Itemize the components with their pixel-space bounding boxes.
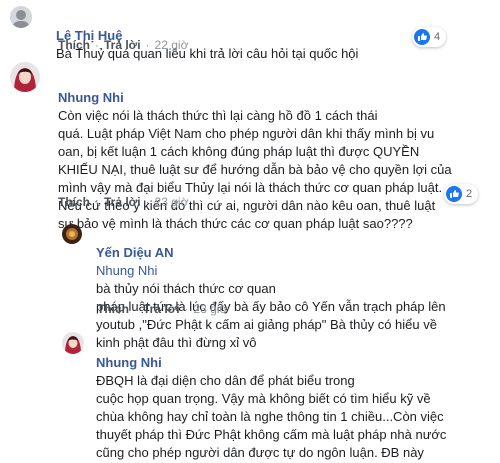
reaction-count: 2 bbox=[466, 188, 473, 200]
comment-body: Nhung Nhi ĐBQH là đại diện cho dân để ph… bbox=[96, 336, 486, 463]
separator-dot: · bbox=[184, 302, 189, 316]
comment-actions: Thích · Trả lời · 23 giờ bbox=[58, 195, 188, 209]
reaction-count-badge[interactable]: 4 bbox=[412, 27, 447, 47]
comment-time[interactable]: 23 giờ bbox=[194, 302, 228, 316]
comment-reply-1: Yến Diệu AN Nhung Nhi bà thủy nói thách … bbox=[0, 215, 500, 350]
comment-reply-2: Nhung Nhi ĐBQH là đại diện cho dân để ph… bbox=[0, 328, 500, 463]
comment-author[interactable]: Yến Diệu AN bbox=[96, 245, 174, 260]
reaction-count-badge[interactable]: 2 bbox=[444, 184, 479, 204]
avatar-image bbox=[62, 332, 84, 354]
comment-1: Lê Thị Huệ Bà Thuỷ quá quan liêu khi trả… bbox=[0, 0, 500, 61]
comment-time[interactable]: 22 giờ bbox=[155, 38, 189, 52]
like-button[interactable]: Thích bbox=[58, 195, 90, 209]
separator-dot: · bbox=[134, 302, 138, 316]
separator-dot: · bbox=[145, 38, 150, 52]
reply-button[interactable]: Trả lời bbox=[143, 302, 180, 316]
comment-author[interactable]: Nhung Nhi bbox=[58, 90, 124, 105]
reply-button[interactable]: Trả lời bbox=[104, 38, 141, 52]
avatar[interactable] bbox=[10, 6, 32, 28]
like-button[interactable]: Thích bbox=[58, 38, 90, 52]
avatar-image bbox=[10, 6, 32, 28]
comment-actions: Thích · Trả lời · 23 giờ bbox=[97, 302, 227, 316]
avatar[interactable] bbox=[62, 224, 82, 244]
separator-dot: · bbox=[95, 38, 99, 52]
thumbs-up-icon bbox=[414, 29, 430, 45]
avatar-image bbox=[62, 224, 82, 244]
comment-time[interactable]: 23 giờ bbox=[155, 195, 189, 209]
separator-dot: · bbox=[145, 195, 150, 209]
comment-2: Nhung Nhi Còn việc nói là thách thức thì… bbox=[0, 60, 500, 231]
reply-button[interactable]: Trả lời bbox=[104, 195, 141, 209]
avatar[interactable] bbox=[10, 62, 40, 92]
avatar[interactable] bbox=[62, 332, 84, 354]
comment-text: ĐBQH là đại diện cho dân để phát biểu tr… bbox=[96, 373, 447, 460]
thumbs-up-icon bbox=[446, 186, 462, 202]
mention-link[interactable]: Nhung Nhi bbox=[96, 263, 157, 278]
comment-author[interactable]: Nhung Nhi bbox=[96, 355, 162, 370]
reaction-count: 4 bbox=[434, 31, 441, 43]
comment-actions: Thích · Trả lời · 22 giờ bbox=[58, 38, 188, 52]
like-button[interactable]: Thích bbox=[97, 302, 129, 316]
avatar-image bbox=[10, 62, 40, 92]
comment-text: Còn việc nói là thách thức thì lại càng … bbox=[58, 108, 452, 231]
separator-dot: · bbox=[95, 195, 99, 209]
